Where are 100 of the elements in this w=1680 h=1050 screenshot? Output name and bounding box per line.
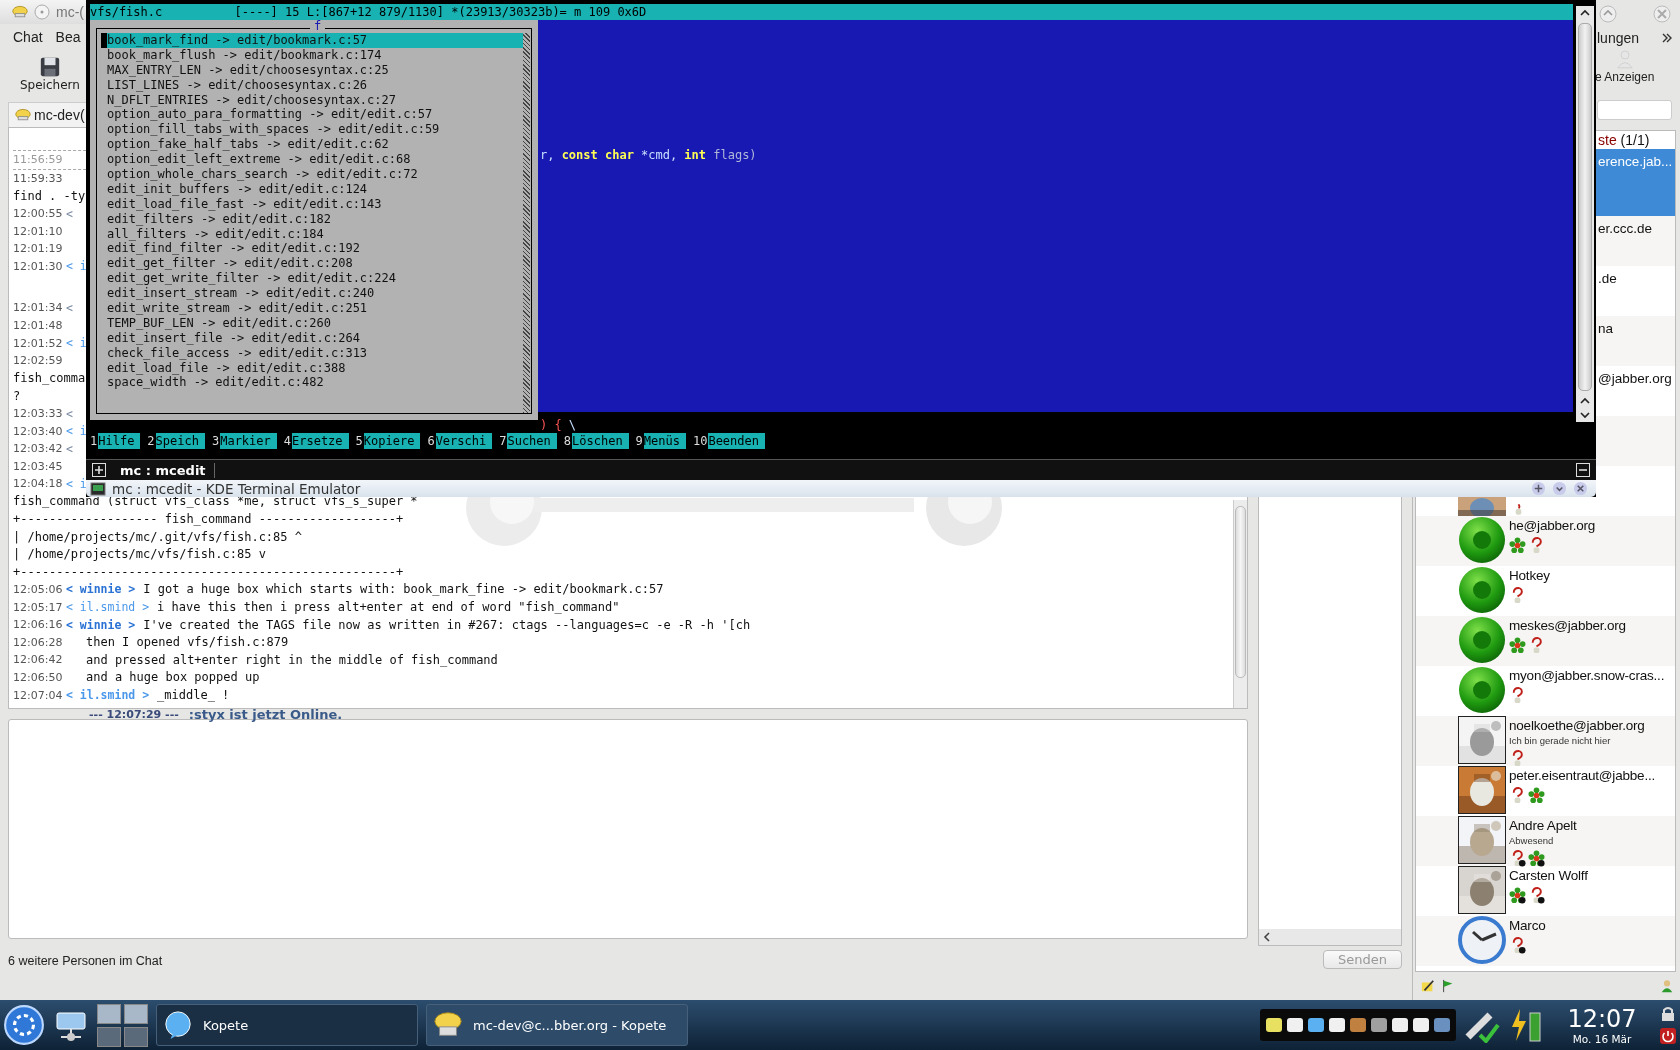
completion-item[interactable]: edit_init_buffers -> edit/edit.c:124 bbox=[101, 181, 523, 197]
power-icon[interactable] bbox=[1660, 1028, 1676, 1044]
contact-name[interactable]: Marco bbox=[1509, 918, 1546, 933]
contact-name[interactable]: noelkoethe@jabber.org bbox=[1509, 718, 1645, 733]
completion-item[interactable]: option_auto_para_formatting -> edit/edit.c:57 bbox=[101, 107, 523, 123]
completion-item[interactable]: edit_insert_stream -> edit/edit.c:240 bbox=[101, 286, 523, 302]
completion-item[interactable]: all_filters -> edit/edit.c:184 bbox=[101, 226, 523, 242]
tray-icon[interactable] bbox=[1327, 1015, 1347, 1035]
tray-icon[interactable] bbox=[1306, 1015, 1326, 1035]
message-text: +------------------- fish_command -------------------+ bbox=[13, 512, 404, 527]
flag-icon[interactable] bbox=[1441, 979, 1455, 993]
tray-icon[interactable] bbox=[1432, 1015, 1452, 1035]
more-icon[interactable] bbox=[1661, 32, 1674, 44]
clock-date: Mo. 16 Mär bbox=[1572, 1033, 1632, 1045]
contact-row[interactable]: .de bbox=[1596, 266, 1675, 316]
timestamp: 12:03:45 bbox=[13, 459, 64, 473]
completion-item[interactable]: edit_write_stream -> edit/edit.c:251 bbox=[101, 301, 523, 316]
completion-item[interactable]: check_file_access -> edit/edit.c:313 bbox=[101, 345, 523, 361]
contact-row[interactable]: na bbox=[1596, 316, 1675, 366]
completion-item[interactable]: book_mark_flush -> edit/bookmark.c:174 bbox=[101, 47, 523, 63]
clock[interactable]: 12:07 Mo. 16 Mär bbox=[1552, 1005, 1652, 1045]
message-text: | /home/projects/mc/vfs/fish.c:85 v bbox=[13, 547, 266, 562]
contact-name[interactable]: peter.eisentraut@jabbe... bbox=[1509, 768, 1656, 783]
tray-icon[interactable] bbox=[1348, 1015, 1368, 1035]
horizontal-scrollbar[interactable] bbox=[1259, 929, 1401, 945]
status-message: Ich bin gerade nicht hier bbox=[1509, 735, 1612, 746]
contact-name[interactable]: Hotkey bbox=[1509, 568, 1550, 583]
completion-item[interactable]: option_edit_left_extreme -> edit/edit.c:68 bbox=[101, 152, 523, 167]
contact-row[interactable]: er.ccc.de bbox=[1596, 216, 1675, 266]
message-text: _middle_ ! bbox=[157, 688, 230, 702]
desktop-pager[interactable] bbox=[97, 1003, 148, 1047]
contact-name[interactable]: Andre Apelt bbox=[1509, 818, 1577, 833]
scroll-up-icon[interactable] bbox=[1579, 9, 1591, 17]
task-button[interactable]: Kopete bbox=[156, 1004, 418, 1046]
menu-item[interactable]: lungen bbox=[1597, 30, 1640, 46]
tray-icon[interactable] bbox=[1411, 1015, 1431, 1035]
message-text: I got a huge box which starts with: book_mark_fine -> edit/bookmark.c:57 bbox=[143, 582, 664, 597]
completion-item[interactable]: edit_filters -> edit/edit.c:182 bbox=[101, 211, 523, 227]
completion-item[interactable]: edit_get_filter -> edit/edit.c:208 bbox=[101, 256, 523, 272]
contact-row[interactable]: erence.jab... bbox=[1596, 149, 1675, 216]
completion-item[interactable]: space_width -> edit/edit.c:482 bbox=[101, 375, 523, 391]
timestamp: 12:06:16 bbox=[13, 618, 64, 632]
new-tab-icon[interactable] bbox=[92, 463, 106, 477]
gear-icon[interactable] bbox=[3, 1004, 45, 1046]
message-text: find . -ty bbox=[13, 189, 86, 203]
close-tab-icon[interactable] bbox=[1576, 463, 1590, 477]
completion-item[interactable]: edit_load_file -> edit/edit.c:388 bbox=[101, 360, 523, 376]
window-title: mc-( bbox=[56, 4, 84, 20]
lock-icon[interactable] bbox=[1660, 1006, 1676, 1022]
flower-icon bbox=[1528, 787, 1545, 804]
timestamp: 12:00:55 bbox=[13, 207, 64, 221]
completion-item[interactable]: book_mark_find -> edit/bookmark.c:57 bbox=[101, 33, 523, 48]
contact-name[interactable]: he@jabber.org bbox=[1509, 518, 1596, 533]
online-orb-icon bbox=[1458, 516, 1506, 564]
completion-item[interactable]: N_DFLT_ENTRIES -> edit/choosesyntax.c:27 bbox=[101, 92, 523, 108]
scroll-down-icon[interactable] bbox=[1579, 411, 1591, 419]
completion-item[interactable]: MAX_ENTRY_LEN -> edit/choosesyntax.c:25 bbox=[101, 62, 523, 78]
scroll-left-icon[interactable] bbox=[1263, 932, 1271, 942]
menu-item[interactable]: Bea bbox=[55, 29, 81, 45]
completion-item[interactable]: edit_insert_file -> edit/edit.c:264 bbox=[101, 330, 523, 346]
close-icon[interactable] bbox=[1573, 481, 1588, 496]
nickname: < bbox=[66, 406, 73, 421]
message-text: and pressed alt+enter right in the middle of fish_command bbox=[85, 652, 498, 667]
save-button[interactable]: Speichern bbox=[18, 56, 82, 92]
scrollbar[interactable] bbox=[1576, 6, 1594, 422]
window-title: mc : mcedit - KDE Terminal Emulator bbox=[112, 480, 361, 497]
tray-icon[interactable] bbox=[1390, 1015, 1410, 1035]
contact-name[interactable]: myon@jabber.snow-cras... bbox=[1509, 668, 1665, 683]
completion-item[interactable]: edit_load_file_fast -> edit/edit.c:143 bbox=[101, 196, 523, 212]
contact-name[interactable]: Carsten Wolff bbox=[1509, 868, 1588, 883]
completion-item[interactable]: option_whole_chars_search -> edit/edit.c:72 bbox=[101, 167, 523, 182]
scrollbar[interactable] bbox=[523, 33, 530, 413]
completion-item[interactable]: edit_get_write_filter -> edit/edit.c:224 bbox=[101, 271, 523, 287]
show-button[interactable]: e Anzeigen bbox=[1595, 48, 1655, 100]
tray-icon[interactable] bbox=[1369, 1015, 1389, 1035]
completion-item[interactable]: option_fake_half_tabs -> edit/edit.c:62 bbox=[101, 137, 523, 153]
completion-item[interactable]: option_fill_tabs_with_spaces -> edit/edit.c:59 bbox=[101, 122, 523, 138]
scroll-up-icon[interactable] bbox=[1579, 397, 1591, 405]
contact-name[interactable]: meskes@jabber.org bbox=[1509, 618, 1626, 633]
search-field[interactable] bbox=[1597, 100, 1672, 120]
minimize-icon[interactable] bbox=[1552, 481, 1567, 496]
timestamp: 12:06:50 bbox=[13, 670, 64, 684]
timestamp: 12:01:19 bbox=[13, 242, 64, 256]
scrollbar[interactable] bbox=[1233, 500, 1247, 708]
timestamp: 12:02:59 bbox=[13, 354, 64, 368]
terminal-tab[interactable]: mc : mcedit bbox=[112, 462, 215, 478]
completion-item[interactable]: TEMP_BUF_LEN -> edit/edit.c:260 bbox=[101, 315, 523, 331]
completion-item[interactable]: LIST_LINES -> edit/choosesyntax.c:26 bbox=[101, 77, 523, 93]
clock-time: 12:07 bbox=[1567, 1005, 1637, 1033]
task-button[interactable]: mc-dev@c...bber.org - Kopete bbox=[426, 1004, 688, 1046]
tray-icon[interactable] bbox=[1264, 1015, 1284, 1035]
completion-item[interactable]: edit_find_filter -> edit/edit.c:192 bbox=[101, 241, 523, 257]
pencil-icon[interactable] bbox=[1421, 979, 1435, 993]
menu-item[interactable]: Chat bbox=[13, 29, 43, 45]
group-header[interactable]: ste (1/1) bbox=[1598, 132, 1650, 148]
contact-row[interactable]: @jabber.org bbox=[1596, 366, 1675, 416]
maximize-icon[interactable] bbox=[1531, 481, 1546, 496]
tray-icon[interactable] bbox=[1285, 1015, 1305, 1035]
person-icon[interactable] bbox=[1660, 979, 1674, 993]
nickname: < bbox=[66, 206, 73, 221]
